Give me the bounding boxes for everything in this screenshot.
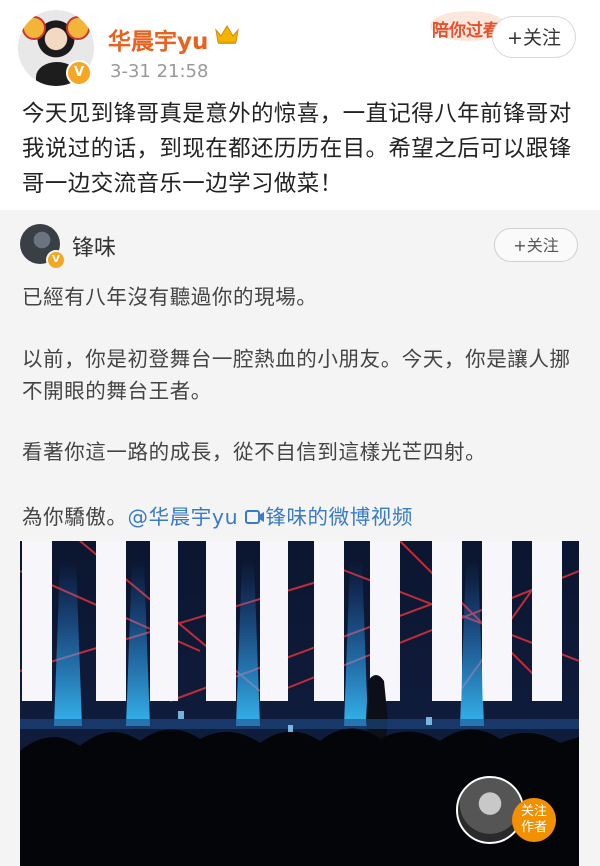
repost-text: 為你驕傲。 [22, 505, 128, 529]
repost-paragraph-links: 為你驕傲。@华晨宇yu 锋味的微博视频 [22, 501, 582, 533]
follow-author-line1: 关注 [520, 804, 547, 819]
promo-text: 陪你过春 [432, 21, 500, 41]
ox-decoration-icon [22, 16, 46, 40]
ox-decoration-icon [66, 16, 90, 40]
video-link[interactable]: 锋味的微博视频 [245, 505, 413, 529]
repost-paragraph: 看著你這一路的成長，從不自信到這樣光芒四射。 [22, 440, 487, 464]
repost-card[interactable]: V 锋味 +关注 已經有八年沒有聽過你的現場。 以前，你是初登舞台一腔熱血的小朋… [0, 210, 600, 866]
verified-icon: V [46, 250, 66, 270]
video-link-label: 锋味的微博视频 [265, 505, 414, 529]
crown-icon [215, 25, 239, 44]
author-name[interactable]: 华晨宇yu [108, 22, 208, 56]
mention-link[interactable]: @华晨宇yu [128, 505, 239, 529]
post-body: 今天见到锋哥真是意外的惊喜，一直记得八年前锋哥对我说过的话，到现在都还历历在目。… [22, 101, 572, 197]
repost-paragraph: 已經有八年沒有聽過你的現場。 [22, 285, 318, 309]
repost-follow-button[interactable]: +关注 [494, 228, 578, 262]
follow-button[interactable]: +关注 [492, 16, 576, 58]
post-header: V 华晨宇yu 3-31 21:58 陪你过春 +关注 [0, 0, 600, 92]
video-icon [245, 510, 265, 524]
follow-author-badge[interactable]: 关注 作者 [512, 798, 556, 842]
post-timestamp: 3-31 21:58 [110, 61, 209, 82]
repost-paragraph: 以前，你是初登舞台一腔熱血的小朋友。今天，你是讓人挪不開眼的舞台王者。 [22, 347, 571, 403]
follow-author-widget[interactable]: 关注 作者 [456, 776, 556, 844]
repost-author-name[interactable]: 锋味 [72, 230, 116, 262]
verified-icon: V [66, 60, 92, 86]
follow-author-line2: 作者 [520, 820, 547, 835]
